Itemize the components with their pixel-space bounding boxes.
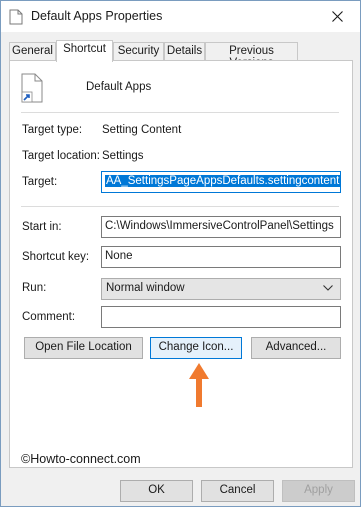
run-select-value: Normal window	[106, 282, 185, 294]
cancel-button[interactable]: Cancel	[201, 480, 274, 502]
shortcut-file-icon	[21, 73, 43, 103]
watermark: ©Howto-connect.com	[21, 452, 141, 466]
tab-shortcut[interactable]: Shortcut	[56, 40, 113, 62]
tab-general[interactable]: General	[9, 42, 56, 60]
close-icon	[331, 11, 343, 22]
target-field-text: AA_SettingsPageAppsDefaults.settingconte…	[105, 175, 340, 187]
separator-2	[21, 206, 339, 207]
target-label: Target:	[22, 176, 58, 188]
advanced-button[interactable]: Advanced...	[251, 337, 341, 359]
shortcut-name: Default Apps	[86, 81, 152, 93]
tab-security[interactable]: Security	[113, 42, 164, 60]
comment-field[interactable]	[101, 306, 341, 328]
tab-previous-versions[interactable]: Previous Versions	[205, 42, 298, 69]
ok-button[interactable]: OK	[120, 480, 193, 502]
comment-label: Comment:	[22, 311, 76, 323]
target-type-label: Target type:	[22, 124, 83, 136]
apply-button[interactable]: Apply	[282, 480, 355, 502]
annotation-arrow-icon	[189, 363, 209, 407]
run-label: Run:	[22, 282, 47, 294]
start-in-label: Start in:	[22, 221, 62, 233]
target-location-value: Settings	[102, 150, 144, 162]
target-type-value: Setting Content	[102, 124, 182, 136]
window-title: Default Apps Properties	[31, 9, 163, 23]
close-button[interactable]	[314, 1, 360, 32]
target-location-label: Target location:	[22, 150, 100, 162]
shortcut-key-label: Shortcut key:	[22, 251, 90, 263]
shortcut-key-field[interactable]: None	[101, 246, 341, 268]
properties-window: Default Apps Properties General Shortcut…	[0, 0, 361, 507]
document-icon	[9, 9, 23, 25]
change-icon-button[interactable]: Change Icon...	[150, 337, 242, 359]
chevron-down-icon	[323, 285, 333, 291]
run-select[interactable]: Normal window	[101, 278, 341, 300]
separator-1	[21, 112, 339, 113]
target-field[interactable]: AA_SettingsPageAppsDefaults.settingconte…	[101, 171, 341, 193]
tab-details[interactable]: Details	[164, 42, 205, 60]
open-file-location-button[interactable]: Open File Location	[24, 337, 143, 359]
title-bar: Default Apps Properties	[1, 1, 360, 32]
start-in-field[interactable]: C:\Windows\ImmersiveControlPanel\Setting…	[101, 216, 341, 238]
